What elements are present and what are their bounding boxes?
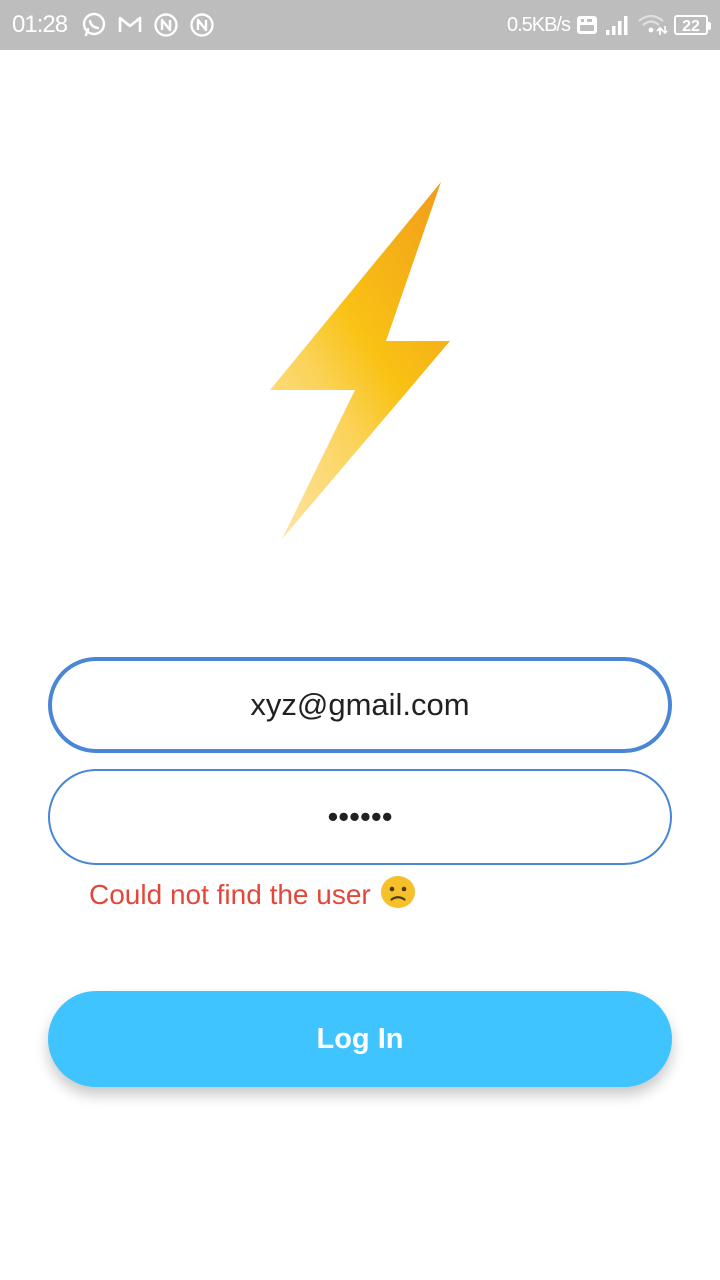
status-left: 01:28 xyxy=(12,11,215,39)
whatsapp-icon xyxy=(81,12,107,38)
app-notification-icon xyxy=(153,12,179,38)
network-speed: 0.5KB/s xyxy=(506,13,571,36)
battery-icon: 22 xyxy=(674,15,711,35)
wifi-icon xyxy=(636,12,668,38)
error-text: Could not find the user xyxy=(89,878,371,910)
sad-face-emoji-icon xyxy=(379,872,417,917)
gmail-icon xyxy=(117,12,143,38)
lightning-bolt-icon xyxy=(268,180,452,542)
status-time: 01:28 xyxy=(12,11,68,38)
status-right: 0.5KB/s 22 xyxy=(506,12,711,38)
signal-icon xyxy=(604,12,630,38)
password-field[interactable] xyxy=(48,769,672,865)
app-notification-icon xyxy=(189,12,215,38)
password-input[interactable] xyxy=(79,798,641,836)
status-bar: 01:28 0.5KB/s 22 xyxy=(0,0,720,50)
email-input[interactable] xyxy=(80,686,640,724)
volte-icon xyxy=(576,12,598,38)
error-message: Could not find the user xyxy=(89,872,417,917)
login-button[interactable]: Log In xyxy=(48,991,672,1087)
email-field[interactable] xyxy=(48,657,672,753)
